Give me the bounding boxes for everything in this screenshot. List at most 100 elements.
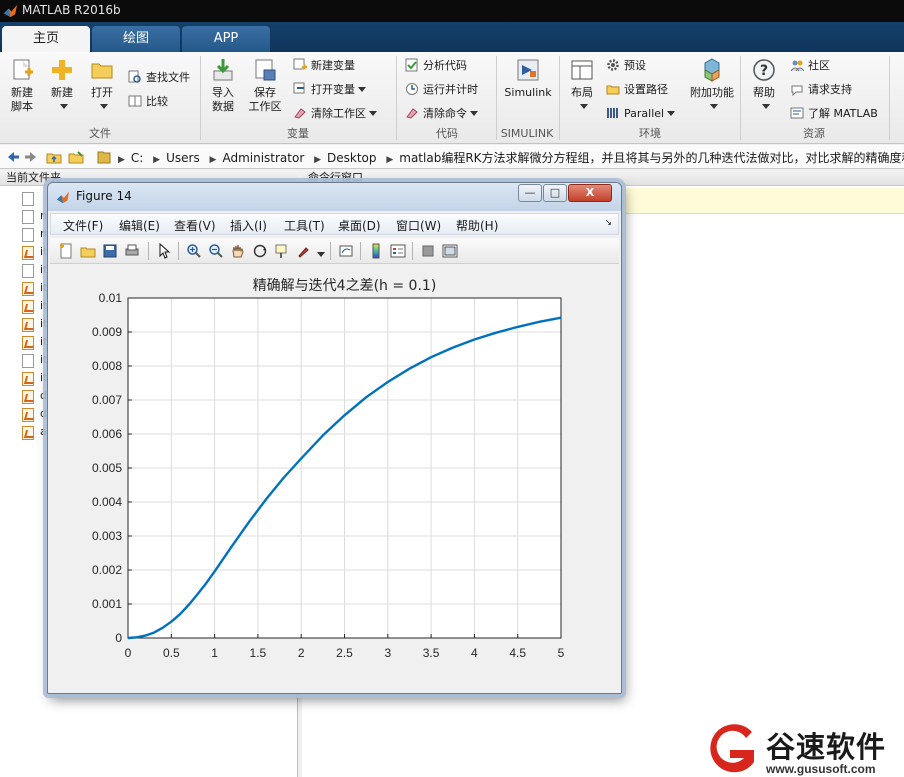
root-folder-icon[interactable] <box>96 149 112 165</box>
pointer-icon[interactable] <box>156 243 172 259</box>
compare-icon <box>128 95 142 107</box>
zoom-in-icon[interactable] <box>186 243 202 259</box>
menu-insert[interactable]: 插入(I) <box>230 217 267 234</box>
figure-title: Figure 14 <box>76 189 132 203</box>
compare-button[interactable]: 比较 <box>128 92 168 112</box>
menu-edit[interactable]: 编辑(E) <box>119 217 160 234</box>
menu-help[interactable]: 帮助(H) <box>456 217 498 234</box>
legend-icon[interactable] <box>390 243 406 259</box>
clear-workspace-caret[interactable] <box>369 111 377 116</box>
simulink-group-label: SIMULINK <box>500 127 554 140</box>
learn-matlab-label: 了解 MATLAB <box>808 107 878 120</box>
pan-hand-icon[interactable] <box>230 243 246 259</box>
menu-file[interactable]: 文件(F) <box>63 217 103 234</box>
open-variable-button[interactable]: 打开变量 <box>293 80 366 100</box>
breadcrumb: ▶ C: ▶ Users ▶ Administrator ▶ Desktop ▶ matl… <box>118 149 904 166</box>
menu-desktop[interactable]: 桌面(D) <box>338 217 381 234</box>
tab-plots[interactable]: 绘图 <box>92 26 180 52</box>
open-variable-caret[interactable] <box>358 87 366 92</box>
analyze-code-icon <box>405 58 418 72</box>
help-caret[interactable] <box>761 104 770 109</box>
rotate-3d-icon[interactable] <box>252 243 268 259</box>
parallel-button[interactable]: Parallel <box>606 104 676 124</box>
y-tick-label: 0.009 <box>92 325 122 339</box>
clear-workspace-button[interactable]: 清除工作区 <box>293 104 377 124</box>
new-dropdown-caret[interactable] <box>59 104 68 109</box>
breadcrumb-item[interactable]: Users <box>166 151 200 165</box>
find-files-button[interactable]: 查找文件 <box>128 68 190 88</box>
plot-area[interactable]: 0 0.5 1 1.5 2 2.5 3 3.5 4 4.5 5 0 0.001 0.002 0.003 0.0… <box>48 267 621 693</box>
simulink-button[interactable]: Simulink <box>501 57 555 100</box>
breadcrumb-item[interactable]: matlab编程RK方法求解微分方程组，并且将其与另外的几种迭代法做对比，对比求… <box>399 151 904 165</box>
hide-plot-tools-icon[interactable] <box>420 243 436 259</box>
add-ons-caret[interactable] <box>709 104 718 109</box>
back-arrow-icon[interactable] <box>4 149 20 165</box>
layout-button[interactable]: 布局 <box>562 57 602 114</box>
breadcrumb-item[interactable]: Administrator <box>222 151 304 165</box>
breadcrumb-separator: ▶ <box>314 155 322 165</box>
minimize-button[interactable]: — <box>518 184 542 202</box>
save-icon[interactable] <box>102 243 118 259</box>
save-workspace-button[interactable]: 保存 工作区 <box>245 57 285 114</box>
link-plot-icon[interactable] <box>338 243 354 259</box>
maximize-button[interactable]: □ <box>543 184 567 202</box>
forward-arrow-icon[interactable] <box>24 149 40 165</box>
brush-icon[interactable] <box>296 243 312 259</box>
learn-matlab-button[interactable]: 了解 MATLAB <box>790 104 878 124</box>
import-data-button[interactable]: 导入 数据 <box>203 57 243 114</box>
breadcrumb-item[interactable]: Desktop <box>327 151 377 165</box>
tab-home[interactable]: 主页 <box>2 26 90 52</box>
help-button[interactable]: ? 帮助 <box>744 57 784 114</box>
file-icon <box>22 300 34 314</box>
menu-window[interactable]: 窗口(W) <box>396 217 441 234</box>
layout-caret[interactable] <box>579 104 588 109</box>
request-support-button[interactable]: 请求支持 <box>790 80 852 100</box>
file-icon <box>22 354 34 368</box>
set-path-button[interactable]: 设置路径 <box>606 80 668 100</box>
ribbon-divider <box>559 56 560 140</box>
close-button[interactable]: X <box>568 184 612 202</box>
up-folder-icon[interactable] <box>46 149 62 165</box>
new-button[interactable]: 新建 <box>42 57 82 114</box>
add-ons-icon <box>704 58 720 82</box>
file-icon <box>22 210 34 224</box>
figure-title-bar[interactable]: Figure 14 — □ X <box>48 183 621 211</box>
file-icon <box>22 192 34 206</box>
new-variable-label: 新建变量 <box>311 59 355 72</box>
colorbar-icon[interactable] <box>368 243 384 259</box>
new-script-icon <box>13 59 33 80</box>
breadcrumb-item[interactable]: C: <box>131 151 143 165</box>
analyze-code-button[interactable]: 分析代码 <box>405 56 467 76</box>
new-variable-button[interactable]: 新建变量 <box>293 56 355 76</box>
community-button[interactable]: 社区 <box>790 56 830 76</box>
menu-view[interactable]: 查看(V) <box>174 217 216 234</box>
x-tick-label: 0.5 <box>163 646 180 660</box>
menu-tools[interactable]: 工具(T) <box>284 217 325 234</box>
add-ons-button[interactable]: 附加功能 <box>688 57 736 114</box>
show-plot-tools-icon[interactable] <box>442 243 458 259</box>
new-script-button[interactable]: 新建 脚本 <box>2 57 42 114</box>
zoom-out-icon[interactable] <box>208 243 224 259</box>
new-figure-icon[interactable] <box>58 243 74 259</box>
y-tick-label: 0.001 <box>92 597 122 611</box>
clear-commands-caret[interactable] <box>470 111 478 116</box>
clear-commands-icon <box>406 108 418 119</box>
print-icon[interactable] <box>124 243 140 259</box>
open-file-icon[interactable] <box>80 243 96 259</box>
browse-folder-icon[interactable] <box>68 149 84 165</box>
parallel-caret[interactable] <box>667 111 676 116</box>
y-tick-label: 0.007 <box>92 393 122 407</box>
open-button[interactable]: 打开 <box>82 57 122 114</box>
learn-icon <box>790 107 804 119</box>
new-script-label: 新建 脚本 <box>11 86 33 113</box>
dock-arrow-icon[interactable]: ↘ <box>604 218 612 228</box>
brush-dropdown-caret[interactable] <box>314 247 325 263</box>
run-and-time-button[interactable]: 运行并计时 <box>405 80 478 100</box>
preferences-button[interactable]: 预设 <box>606 56 646 76</box>
matlab-logo-icon <box>3 4 18 18</box>
tab-apps[interactable]: APP <box>182 26 270 52</box>
figure-window[interactable]: Figure 14 — □ X 文件(F) 编辑(E) 查看(V) 插入(I) … <box>47 182 622 694</box>
data-cursor-icon[interactable] <box>274 243 290 259</box>
clear-commands-button[interactable]: 清除命令 <box>405 104 478 124</box>
open-dropdown-caret[interactable] <box>99 104 108 109</box>
